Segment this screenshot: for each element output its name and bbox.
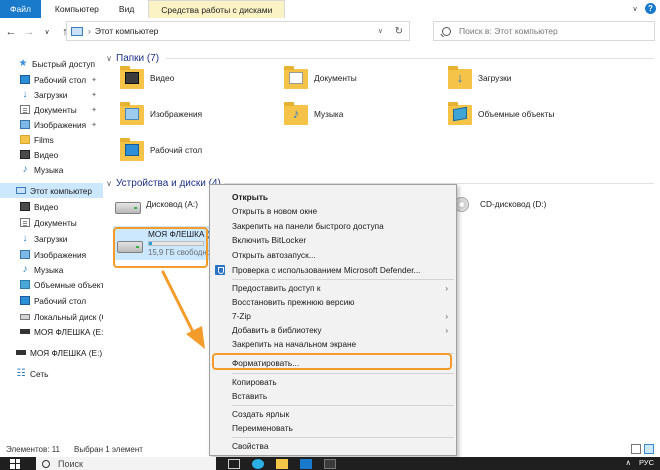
menu-item-open[interactable]: Открыть [210,190,456,204]
status-bar: Элементов: 11 Выбран 1 элемент [0,443,660,456]
menu-item-restore-versions[interactable]: Восстановить прежнюю версию [210,295,456,309]
menu-item-defender-scan[interactable]: Проверка с использованием Microsoft Defe… [210,263,456,277]
details-view-icon[interactable] [631,444,641,454]
menu-item-give-access[interactable]: Предоставить доступ к › [210,281,456,295]
view-switcher [631,444,654,454]
menu-item-rename[interactable]: Переименовать [210,421,456,435]
menu-item-paste[interactable]: Вставить [210,389,456,403]
menu-separator [232,405,454,406]
tiles-view-icon[interactable] [644,444,654,454]
task-view-icon[interactable] [228,459,240,469]
menu-item-bitlocker[interactable]: Включить BitLocker [210,233,456,247]
format-highlight-box [212,353,452,370]
menu-separator [232,279,454,280]
store-icon[interactable] [324,459,336,469]
edge-icon[interactable] [252,459,264,469]
selection-count: Выбран 1 элемент [74,445,143,454]
menu-item-copy[interactable]: Копировать [210,375,456,389]
explorer-icon[interactable] [276,459,288,469]
menu-item-add-to-library[interactable]: Добавить в библиотеку › [210,323,456,337]
tray-chevron-icon[interactable]: ∧ [625,458,631,467]
submenu-arrow-icon: › [445,283,448,293]
submenu-arrow-icon: › [445,325,448,335]
menu-item-pin-quick-access[interactable]: Закрепить на панели быстрого доступа [210,219,456,233]
menu-item-open-new-window[interactable]: Открыть в новом окне [210,204,456,218]
menu-item-7zip[interactable]: 7-Zip › [210,309,456,323]
mail-icon[interactable] [300,459,312,469]
submenu-arrow-icon: › [445,311,448,321]
menu-item-autoplay[interactable]: Открыть автозапуск... [210,248,456,262]
language-indicator[interactable]: РУС [639,458,654,467]
defender-icon [215,265,225,275]
taskbar-search[interactable]: Поиск [36,457,216,470]
system-tray: ∧ РУС [625,458,654,467]
menu-item-create-shortcut[interactable]: Создать ярлык [210,407,456,421]
menu-item-pin-start[interactable]: Закрепить на начальном экране [210,337,456,351]
taskbar: Поиск ∧ РУС [0,457,660,470]
menu-separator [232,437,454,438]
taskbar-apps [228,459,336,469]
windows-start-icon[interactable] [10,458,20,469]
item-count: Элементов: 11 [6,445,60,454]
menu-separator [232,373,454,374]
search-icon [42,459,50,468]
context-menu: Открыть Открыть в новом окне Закрепить н… [209,184,457,456]
